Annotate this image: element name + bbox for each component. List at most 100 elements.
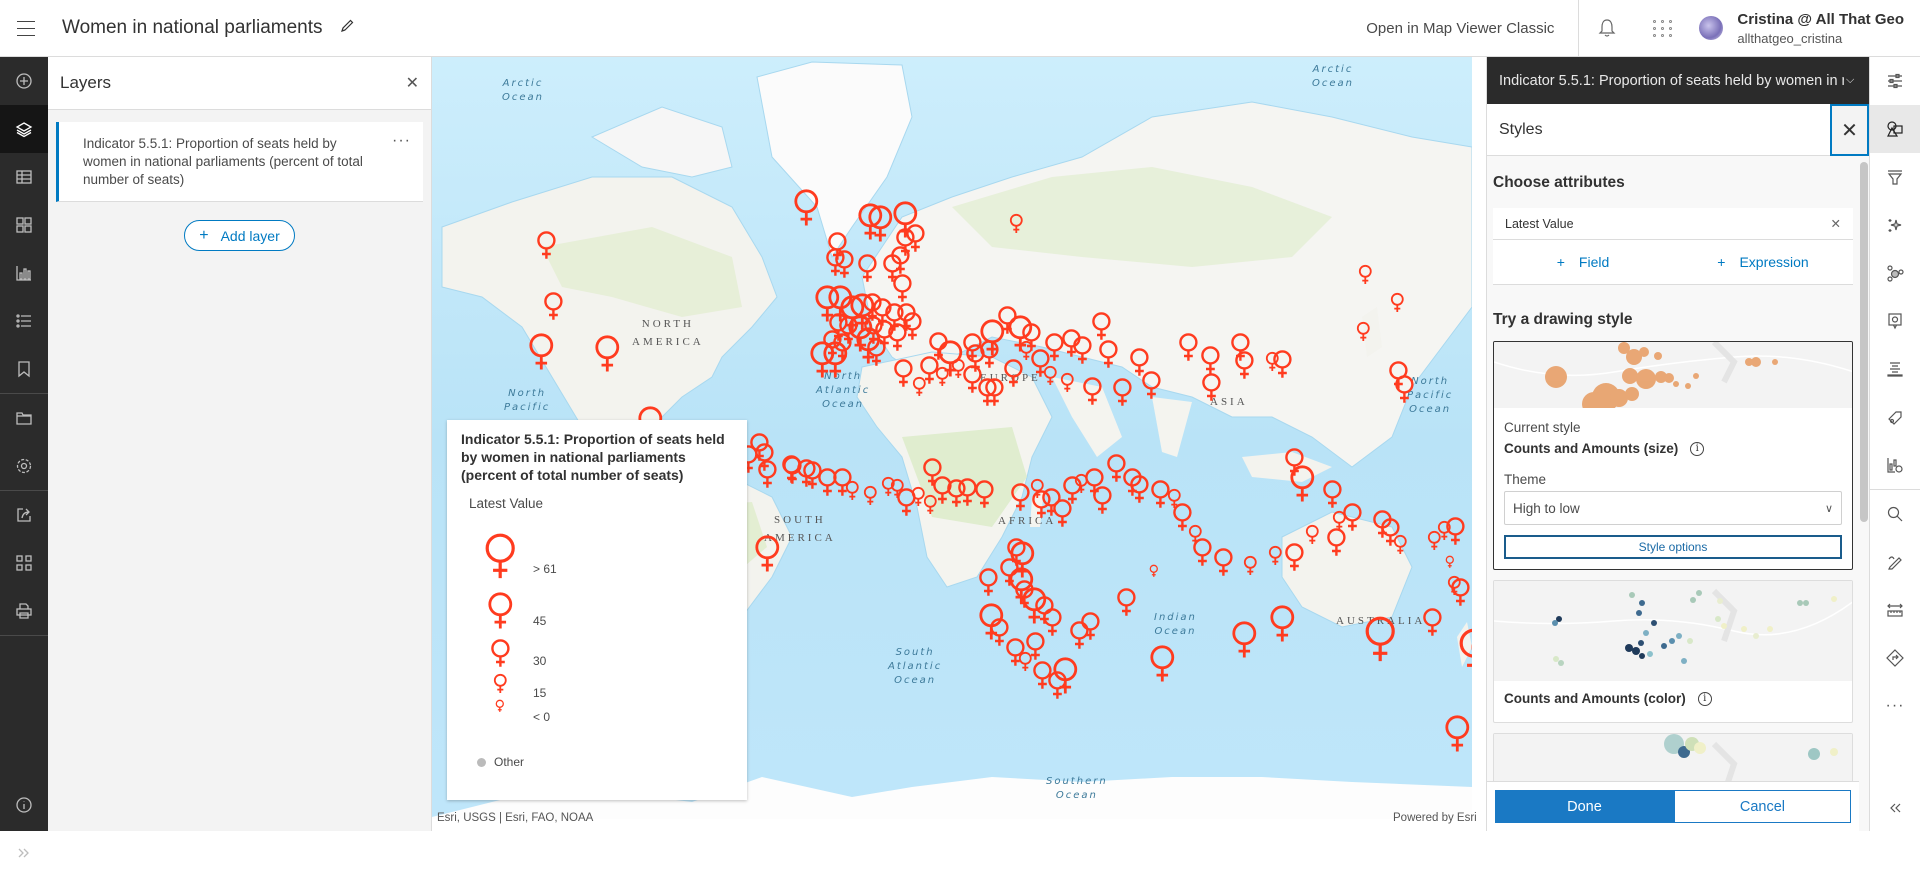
country-marker[interactable] [1201, 372, 1222, 408]
nav-clustering[interactable] [1870, 249, 1920, 297]
country-marker[interactable] [1231, 620, 1258, 666]
nav-styles[interactable] [1870, 105, 1920, 153]
style-card-third[interactable] [1493, 733, 1853, 781]
map-attribution[interactable]: Esri, USGS | Esri, FAO, NOAA [437, 812, 593, 824]
country-marker[interactable] [822, 340, 849, 386]
add-field-button[interactable]: + Field [1493, 254, 1673, 270]
country-marker[interactable] [902, 311, 923, 347]
nav-directions[interactable] [1870, 634, 1920, 682]
info-icon[interactable]: i [1690, 441, 1705, 456]
country-marker[interactable] [1269, 604, 1296, 650]
country-marker[interactable] [1149, 564, 1159, 583]
country-marker[interactable] [863, 485, 878, 512]
nav-search[interactable] [1870, 490, 1920, 538]
info-icon[interactable]: i [1697, 691, 1712, 706]
nav-configure-charts[interactable] [1870, 441, 1920, 489]
layer-item[interactable]: Indicator 5.5.1: Proportion of seats hel… [56, 122, 423, 202]
layer-selector[interactable]: Indicator 5.5.1: Proportion of seats hel… [1487, 57, 1869, 104]
theme-select[interactable]: High to low ∨ [1504, 491, 1842, 525]
user-menu[interactable]: Cristina @ All That Geo allthatgeo_crist… [1691, 11, 1920, 46]
country-marker[interactable] [1322, 479, 1343, 515]
nav-tables[interactable] [0, 153, 48, 201]
country-marker[interactable] [912, 376, 927, 403]
country-marker[interactable] [1052, 656, 1079, 702]
country-marker[interactable] [834, 249, 855, 285]
remove-attribute-button[interactable]: ✕ [1831, 216, 1841, 231]
country-marker[interactable] [754, 534, 781, 580]
nav-basemap[interactable] [0, 201, 48, 249]
country-marker[interactable] [1192, 537, 1213, 573]
nav-sketch[interactable] [1870, 538, 1920, 586]
country-marker[interactable] [893, 358, 914, 394]
country-marker[interactable] [757, 459, 778, 495]
country-marker[interactable] [1445, 516, 1466, 552]
country-marker[interactable] [1305, 524, 1320, 551]
country-marker[interactable] [1116, 587, 1137, 623]
open-map-viewer-classic-link[interactable]: Open in Map Viewer Classic [1342, 0, 1580, 57]
country-marker[interactable] [866, 337, 887, 373]
country-marker[interactable] [1284, 447, 1305, 483]
country-marker[interactable] [857, 253, 878, 289]
country-marker[interactable] [528, 332, 555, 378]
country-marker[interactable] [1080, 611, 1101, 647]
country-marker[interactable] [1243, 555, 1258, 582]
country-marker[interactable] [1234, 350, 1255, 386]
cancel-button[interactable]: Cancel [1673, 790, 1851, 823]
country-marker[interactable] [781, 454, 802, 490]
country-marker[interactable] [1072, 335, 1093, 371]
country-marker[interactable] [1141, 370, 1162, 406]
attribute-chip[interactable]: Latest Value ✕ [1493, 208, 1853, 240]
notifications-button[interactable] [1579, 0, 1635, 57]
nav-legend[interactable] [0, 297, 48, 345]
nav-effects[interactable] [1870, 201, 1920, 249]
nav-layers[interactable] [0, 105, 48, 153]
edit-title-button[interactable] [339, 18, 355, 39]
nav-charts[interactable] [0, 249, 48, 297]
nav-fields[interactable] [1870, 393, 1920, 441]
country-marker[interactable] [1060, 372, 1075, 399]
country-marker[interactable] [1364, 615, 1396, 670]
country-marker[interactable] [922, 457, 943, 493]
country-marker[interactable] [1444, 714, 1471, 760]
country-marker[interactable] [1018, 651, 1033, 678]
country-marker[interactable] [1092, 485, 1113, 521]
country-marker[interactable] [1458, 627, 1472, 682]
country-marker[interactable] [1272, 349, 1293, 385]
country-marker[interactable] [1356, 321, 1371, 348]
nav-create-app[interactable] [0, 539, 48, 587]
add-expression-button[interactable]: + Expression [1673, 254, 1853, 270]
country-marker[interactable] [793, 188, 820, 234]
country-marker[interactable] [1009, 213, 1024, 240]
nav-labels[interactable] [1870, 345, 1920, 393]
close-styles-button[interactable]: ✕ [1830, 104, 1869, 156]
nav-filter[interactable] [1870, 153, 1920, 201]
nav-share[interactable] [0, 491, 48, 539]
powered-by-esri[interactable]: Powered by Esri [1393, 812, 1477, 824]
country-marker[interactable] [867, 204, 894, 250]
layer-options-button[interactable]: ··· [392, 132, 411, 150]
country-marker[interactable] [1082, 376, 1103, 412]
country-marker[interactable] [1043, 365, 1058, 392]
country-marker[interactable] [1393, 534, 1408, 561]
country-marker[interactable] [1394, 374, 1415, 410]
nav-collapse[interactable] [1870, 784, 1920, 832]
nav-popups[interactable] [1870, 297, 1920, 345]
country-marker[interactable] [1284, 542, 1305, 578]
country-marker[interactable] [1445, 555, 1455, 574]
country-marker[interactable] [978, 567, 999, 603]
country-marker[interactable] [536, 230, 557, 266]
country-marker[interactable] [1010, 482, 1031, 518]
nav-about[interactable] [0, 781, 48, 829]
country-marker[interactable] [1129, 474, 1150, 510]
style-card-size[interactable]: Current style Counts and Amounts (size) i… [1493, 341, 1853, 570]
close-layers-button[interactable]: ✕ [406, 73, 419, 93]
country-marker[interactable] [974, 479, 995, 515]
add-layer-button[interactable]: + Add layer [184, 220, 295, 251]
country-marker[interactable] [984, 377, 1005, 413]
menu-button[interactable] [0, 0, 52, 57]
app-launcher-button[interactable] [1635, 0, 1691, 57]
country-marker[interactable] [543, 291, 564, 327]
country-marker[interactable] [1098, 339, 1119, 375]
nav-add[interactable] [0, 57, 48, 105]
country-marker[interactable] [1003, 358, 1024, 394]
